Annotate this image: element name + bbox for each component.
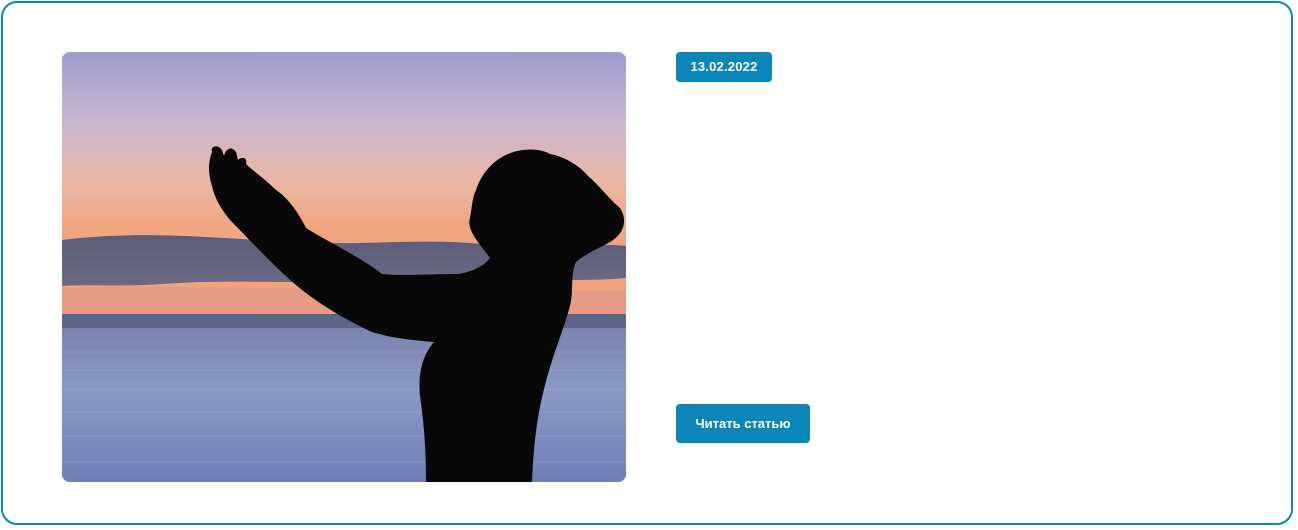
- date-badge: 13.02.2022: [676, 52, 772, 82]
- sunset-silhouette-photo: [62, 52, 626, 482]
- article-card: 13.02.2022 Читать статью: [1, 1, 1293, 525]
- read-article-button[interactable]: Читать статью: [676, 404, 810, 443]
- article-image[interactable]: [62, 52, 626, 482]
